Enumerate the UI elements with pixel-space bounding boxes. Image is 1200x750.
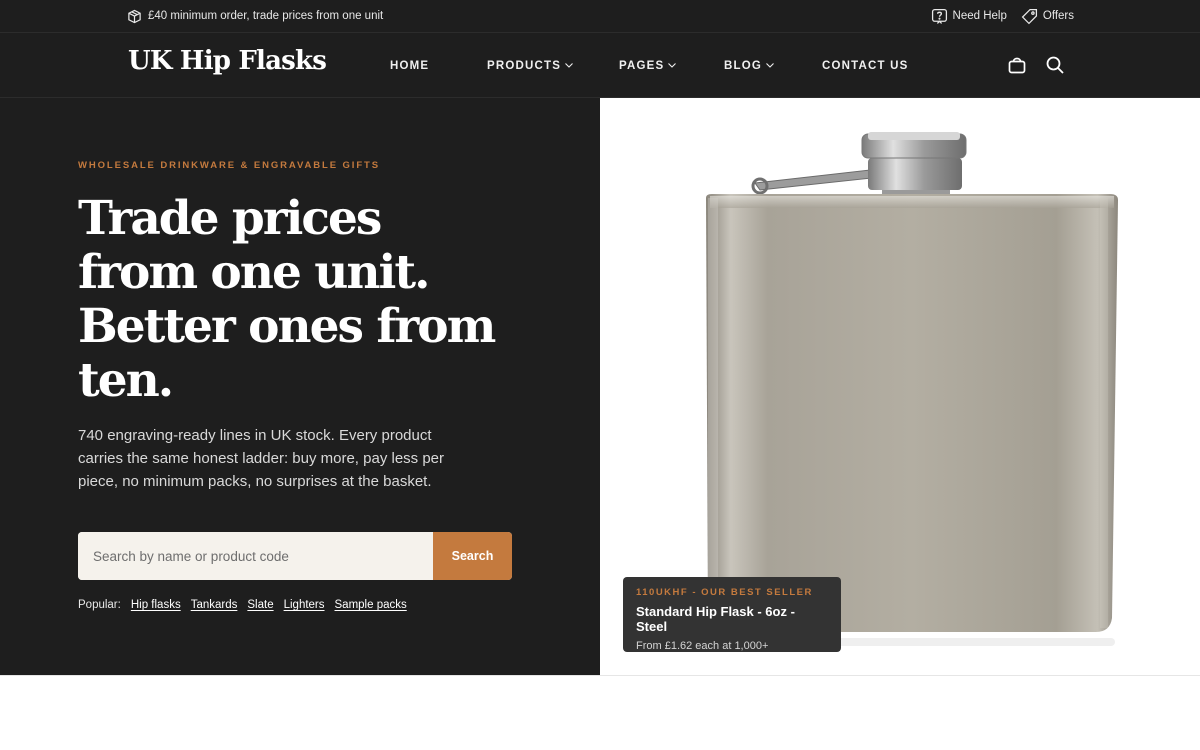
announcement-bar: £40 minimum order, trade prices from one… [0, 0, 1200, 32]
product-search-form: Search [78, 532, 512, 580]
chevron-down-icon [564, 60, 574, 73]
headline-line: ten. [78, 353, 174, 408]
nav-products[interactable]: PRODUCTS [487, 33, 574, 99]
headline-line: from one unit. [78, 245, 430, 300]
popular-link-hip-flasks[interactable]: Hip flasks [131, 599, 181, 611]
search-input[interactable] [78, 532, 433, 580]
nav-pages[interactable]: PAGES [619, 33, 677, 99]
popular-label: Popular: [78, 599, 121, 611]
basket-icon[interactable] [1007, 55, 1027, 80]
nav-home-label: HOME [390, 60, 430, 72]
hero-panel: WHOLESALE DRINKWARE & ENGRAVABLE GIFTS T… [0, 98, 600, 675]
search-button[interactable]: Search [433, 532, 512, 580]
chevron-down-icon [667, 60, 677, 73]
popular-link-slate[interactable]: Slate [247, 599, 273, 611]
offers-label: Offers [1042, 10, 1074, 22]
need-help-label: Need Help [952, 10, 1007, 22]
nav-pages-label: PAGES [619, 60, 665, 72]
offers-link[interactable]: Offers [1021, 8, 1074, 25]
popular-link-sample-packs[interactable]: Sample packs [335, 599, 407, 611]
promo-text: £40 minimum order, trade prices from one… [148, 10, 384, 22]
site-logo[interactable]: UK Hip Flasks [128, 46, 327, 76]
popular-searches: Popular: Hip flasks Tankards Slate Light… [78, 599, 407, 611]
nav-home[interactable]: HOME [390, 33, 429, 99]
hero-headline: Trade prices from one unit. Better ones … [78, 192, 578, 408]
product-code: 110UKHF - OUR BEST SELLER [636, 587, 813, 598]
search-icon[interactable] [1045, 55, 1065, 80]
hero-description: 740 engraving-ready lines in UK stock. E… [78, 427, 445, 490]
product-price: From £1.62 each at 1,000+ [636, 640, 769, 652]
site-header: UK Hip Flasks HOME PRODUCTS PAGES BLOG C… [0, 32, 1200, 98]
popular-link-lighters[interactable]: Lighters [284, 599, 325, 611]
nav-contact-label: CONTACT US [822, 60, 909, 72]
hero-eyebrow: WHOLESALE DRINKWARE & ENGRAVABLE GIFTS [78, 160, 380, 171]
popular-link-tankards[interactable]: Tankards [191, 599, 238, 611]
nav-blog-label: BLOG [724, 60, 763, 72]
chevron-down-icon [765, 60, 775, 73]
nav-contact[interactable]: CONTACT US [822, 33, 909, 99]
nav-products-label: PRODUCTS [487, 60, 562, 72]
tag-icon [1021, 8, 1038, 25]
headline-line: Trade prices [78, 191, 382, 246]
promo-message: £40 minimum order, trade prices from one… [127, 0, 383, 32]
nav-blog[interactable]: BLOG [724, 33, 775, 99]
help-icon [931, 8, 948, 25]
section-divider [0, 675, 1200, 676]
product-name: Standard Hip Flask - 6oz - Steel [636, 604, 795, 634]
hero-image-panel: 110UKHF - OUR BEST SELLER Standard Hip F… [600, 98, 1200, 675]
need-help-link[interactable]: Need Help [931, 8, 1007, 25]
box-icon [127, 9, 142, 24]
featured-product-card[interactable]: 110UKHF - OUR BEST SELLER Standard Hip F… [623, 577, 841, 652]
headline-line: Better ones from [78, 299, 496, 354]
